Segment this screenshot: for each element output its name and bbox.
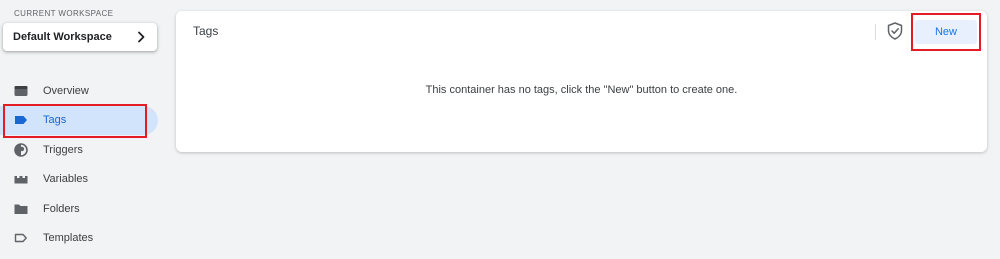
variables-icon xyxy=(14,172,28,186)
workspace-name: Default Workspace xyxy=(13,31,112,43)
tags-panel: Tags New This container has no tags, cli… xyxy=(176,11,987,152)
sidebar-item-label: Overview xyxy=(43,84,89,97)
empty-state-message: This container has no tags, click the "N… xyxy=(425,84,738,96)
sidebar-item-label: Variables xyxy=(43,173,89,186)
sidebar-nav: Overview Tags Triggers Variables Folders… xyxy=(0,76,160,253)
trigger-icon xyxy=(14,142,28,157)
sidebar-item-folders[interactable]: Folders xyxy=(0,194,160,224)
tag-icon xyxy=(14,113,28,127)
workspace-caption: CURRENT WORKSPACE xyxy=(14,9,114,18)
toolbar-divider xyxy=(875,24,876,40)
sidebar-item-triggers[interactable]: Triggers xyxy=(0,135,160,165)
overview-icon xyxy=(14,84,28,98)
sidebar-item-label: Tags xyxy=(43,114,67,127)
template-icon xyxy=(14,231,28,245)
sidebar-item-label: Templates xyxy=(43,232,94,245)
sidebar-item-templates[interactable]: Templates xyxy=(0,224,160,254)
sidebar-item-overview[interactable]: Overview xyxy=(0,76,160,106)
sidebar-item-variables[interactable]: Variables xyxy=(0,165,160,195)
sidebar-item-label: Triggers xyxy=(43,143,83,156)
workspace-selector[interactable]: Default Workspace xyxy=(3,23,157,51)
app-root: CURRENT WORKSPACE Default Workspace Over… xyxy=(0,0,1000,259)
sidebar-item-label: Folders xyxy=(43,202,80,215)
new-tag-button[interactable]: New xyxy=(915,20,977,44)
shield-icon[interactable] xyxy=(887,22,903,40)
folder-icon xyxy=(14,202,28,216)
sidebar-item-tags[interactable]: Tags xyxy=(0,105,158,135)
chevron-right-icon xyxy=(133,29,149,45)
sidebar: CURRENT WORKSPACE Default Workspace Over… xyxy=(0,0,162,259)
page-title: Tags xyxy=(193,24,219,38)
